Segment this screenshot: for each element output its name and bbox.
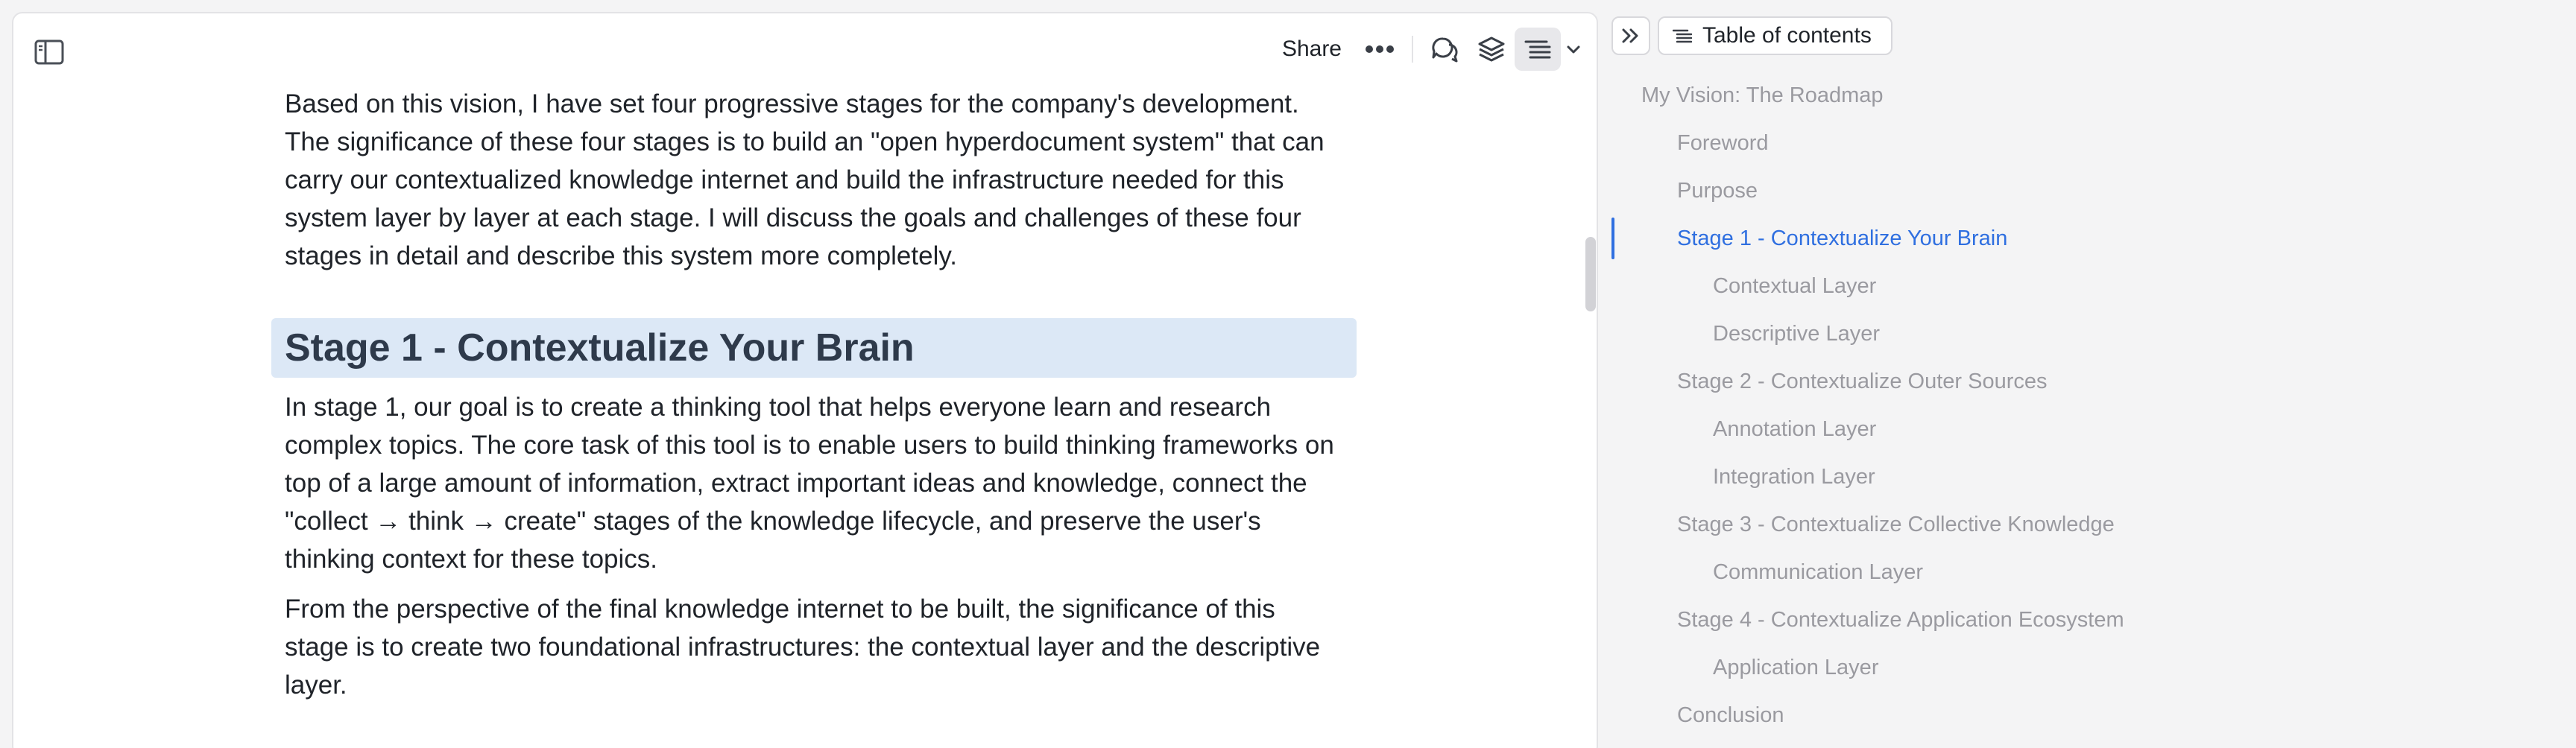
more-button[interactable]: [1357, 28, 1403, 71]
share-button[interactable]: Share: [1267, 28, 1357, 70]
toc-item[interactable]: Conclusion: [1611, 691, 2431, 739]
toc-item[interactable]: Stage 1 - Contextualize Your Brain: [1611, 215, 2431, 262]
toc-item[interactable]: Descriptive Layer: [1611, 310, 2431, 358]
toc-item[interactable]: Purpose: [1611, 167, 2431, 215]
toc-item[interactable]: Stage 2 - Contextualize Outer Sources: [1611, 358, 2431, 405]
toc-item[interactable]: My Vision: The Roadmap: [1611, 72, 2431, 119]
section-heading[interactable]: Stage 1 - Contextualize Your Brain: [271, 318, 1357, 378]
toc-options-dropdown[interactable]: [1561, 28, 1586, 71]
toolbar-divider: [1412, 36, 1413, 63]
paragraph[interactable]: Based on this vision, I have set four pr…: [271, 85, 1360, 275]
toc-title: Table of contents: [1702, 23, 1872, 48]
paragraph[interactable]: From the perspective of the final knowle…: [271, 590, 1360, 704]
toc-list: My Vision: The Roadmap Foreword Purpose Sta…: [1611, 72, 2431, 739]
double-chevron-right-icon: [1620, 28, 1641, 44]
editor-toolbar: Share: [1267, 25, 1586, 73]
toc-item[interactable]: Stage 4 - Contextualize Application Ecos…: [1611, 596, 2431, 644]
chat-bubbles-icon: [1431, 36, 1459, 63]
document-content: Based on this vision, I have set four pr…: [271, 85, 1360, 704]
layers-icon: [1477, 36, 1506, 63]
toc-title-badge: Table of contents: [1658, 16, 1892, 55]
toc-item[interactable]: Contextual Layer: [1611, 262, 2431, 310]
app-window: Share Based on this vision, I have set f…: [0, 0, 2576, 748]
toc-toggle-button[interactable]: [1515, 28, 1561, 71]
toc-item[interactable]: Integration Layer: [1611, 453, 2431, 501]
sidebar-toggle-button[interactable]: [33, 36, 66, 69]
editor-panel: Share Based on this vision, I have set f…: [12, 12, 1598, 748]
editor-scrollbar[interactable]: [1585, 237, 1596, 311]
collapse-toc-button[interactable]: [1611, 16, 1650, 55]
list-icon: [1673, 28, 1692, 43]
toc-item[interactable]: Annotation Layer: [1611, 405, 2431, 453]
more-dots-icon: [1365, 45, 1395, 54]
toc-header: Table of contents: [1611, 16, 1892, 55]
toc-item[interactable]: Stage 3 - Contextualize Collective Knowl…: [1611, 501, 2431, 548]
toc-item[interactable]: Communication Layer: [1611, 548, 2431, 596]
sidebar-toggle-icon: [34, 39, 64, 65]
comments-button[interactable]: [1422, 28, 1468, 71]
toc-item[interactable]: Foreword: [1611, 119, 2431, 167]
chevron-down-icon: [1566, 45, 1581, 54]
list-icon: [1524, 39, 1551, 60]
toc-item[interactable]: Application Layer: [1611, 644, 2431, 691]
paragraph[interactable]: In stage 1, our goal is to create a thin…: [271, 388, 1360, 578]
layers-button[interactable]: [1468, 28, 1515, 71]
